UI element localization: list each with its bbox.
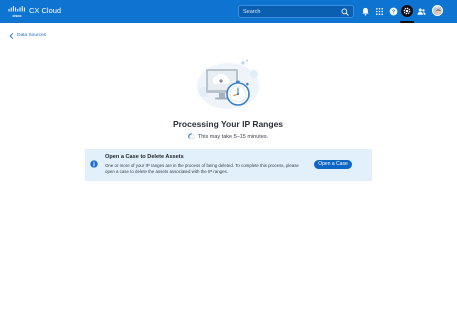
banner-message: One or more of your IP ranges are in the… xyxy=(105,163,299,174)
breadcrumb-label[interactable]: Data Sources xyxy=(17,33,46,38)
bell-icon[interactable] xyxy=(361,7,370,16)
apps-grid-icon[interactable] xyxy=(375,7,384,16)
open-case-button[interactable]: Open a Case xyxy=(314,160,352,169)
info-banner: Open a Case to Delete Assets One or more… xyxy=(85,149,372,181)
app-title[interactable]: CX Cloud xyxy=(29,6,61,16)
loading-spinner-icon xyxy=(188,133,195,140)
page-title: Processing Your IP Ranges xyxy=(172,119,284,129)
help-icon[interactable]: ? xyxy=(389,7,398,16)
cisco-logo[interactable]: cisco xyxy=(8,5,26,18)
avatar-portrait-icon xyxy=(433,8,442,15)
processing-illustration xyxy=(197,59,259,109)
active-nav-indicator xyxy=(400,21,414,23)
info-icon xyxy=(90,160,98,168)
svg-text:?: ? xyxy=(392,9,395,15)
search-input[interactable] xyxy=(243,7,339,17)
search-box[interactable] xyxy=(238,5,354,18)
top-navigation-bar: cisco CX Cloud ? xyxy=(0,0,457,23)
processing-subtitle: This may take 5–15 minutes. xyxy=(197,133,269,140)
processing-status: This may take 5–15 minutes. xyxy=(128,133,328,140)
banner-title: Open a Case to Delete Assets xyxy=(105,154,184,160)
users-icon[interactable] xyxy=(417,7,426,16)
search-icon[interactable] xyxy=(341,8,349,16)
user-avatar[interactable] xyxy=(432,5,443,16)
breadcrumb-back-link[interactable]: Data Sources xyxy=(9,32,46,39)
chevron-left-icon xyxy=(9,32,14,39)
settings-icon xyxy=(403,7,411,15)
svg-text:cisco: cisco xyxy=(12,14,22,18)
settings-button[interactable] xyxy=(401,5,413,17)
